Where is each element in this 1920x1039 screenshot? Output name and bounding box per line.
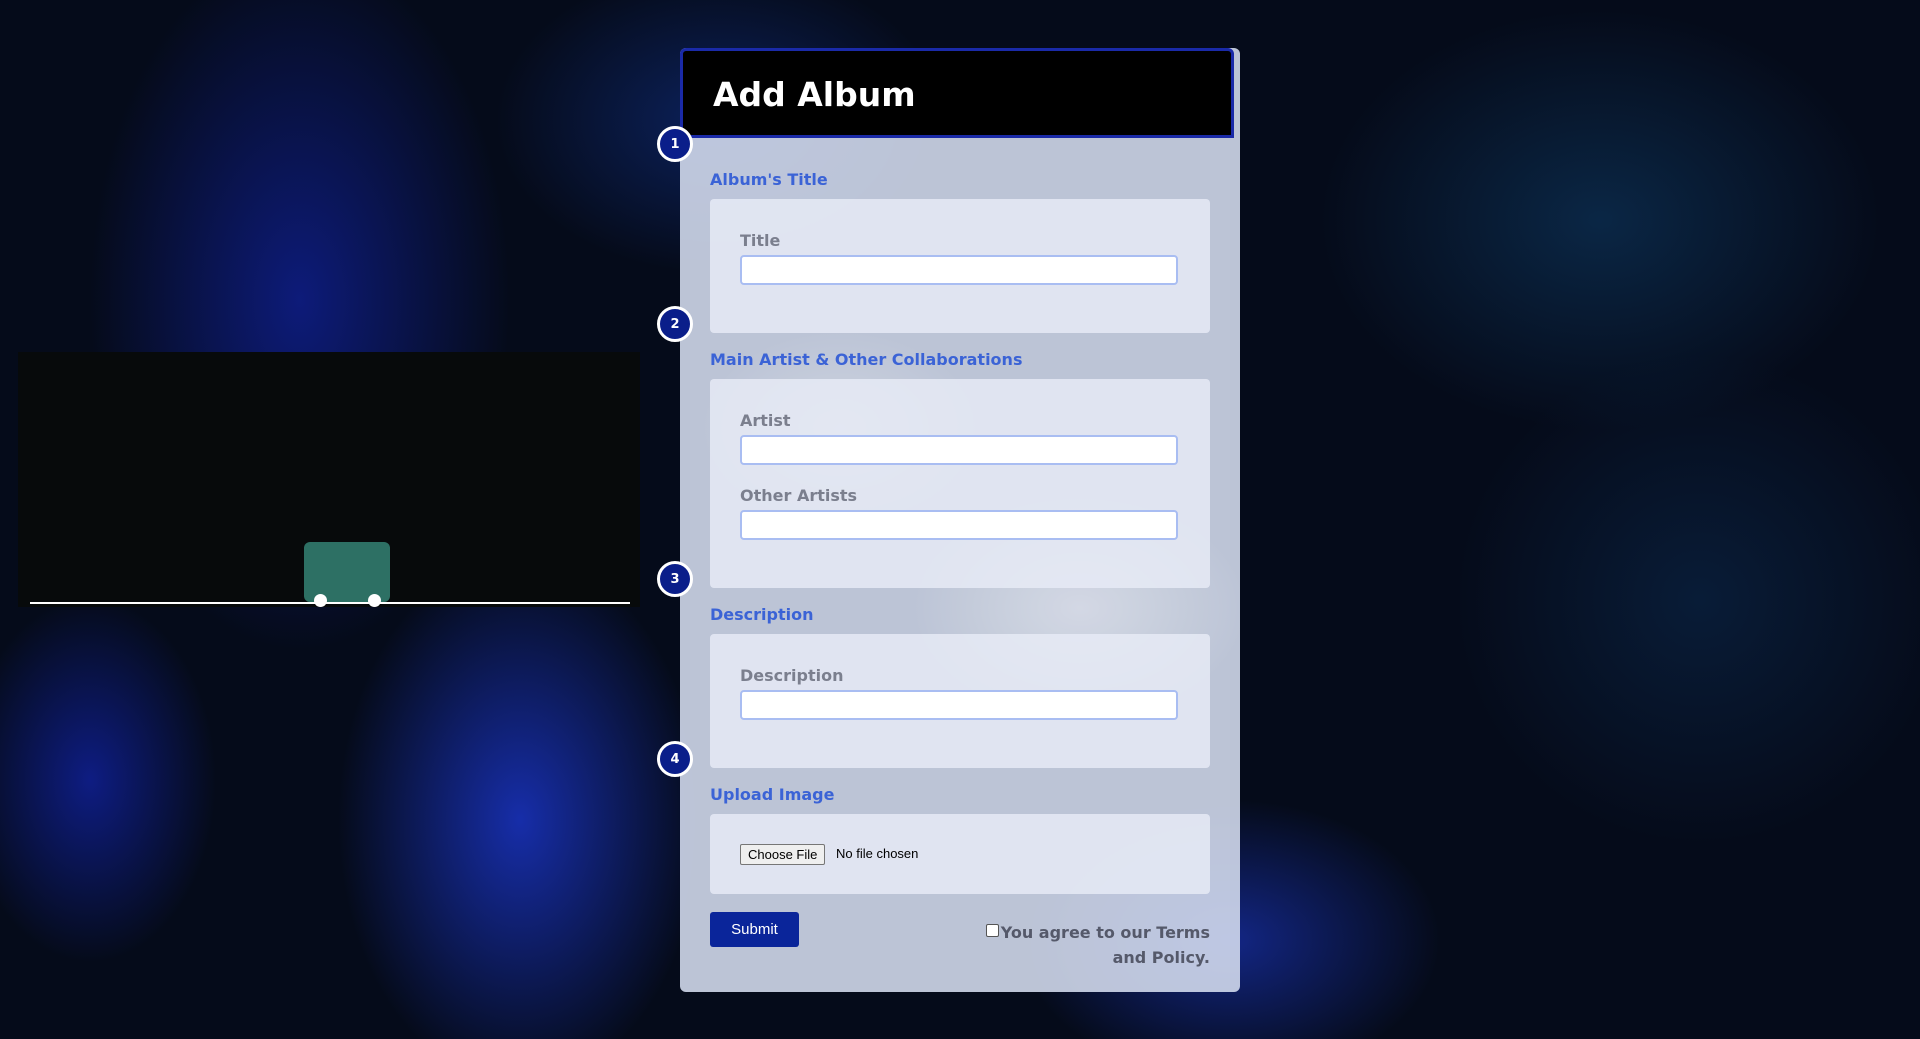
section-label-description: Description [710, 605, 814, 624]
description-label: Description [740, 666, 844, 685]
form-header: Add Album [680, 48, 1234, 138]
choose-file-button[interactable]: Choose File [740, 844, 826, 865]
other-artists-input[interactable] [740, 510, 1178, 540]
section-label-album-title: Album's Title [710, 170, 828, 189]
other-artists-label: Other Artists [740, 486, 858, 505]
step-marker-3: 3 [657, 561, 693, 597]
artist-label: Artist [740, 411, 791, 430]
title-label: Title [740, 231, 781, 250]
description-input[interactable] [740, 690, 1178, 720]
ground-line [30, 602, 630, 604]
cart-wheel-right [368, 594, 381, 607]
add-album-form: Add Album 1 Album's Title Title 2 Main A… [657, 48, 1240, 992]
step-marker-2: 2 [657, 306, 693, 342]
terms-agreement: You agree to our Terms and Policy. [960, 920, 1210, 970]
step-marker-4: 4 [657, 741, 693, 777]
cart-icon [304, 542, 390, 607]
section-label-upload-image: Upload Image [710, 785, 835, 804]
section-upload-image: Choose File No file chosen [710, 814, 1210, 894]
artist-input[interactable] [740, 435, 1178, 465]
section-description: Description [710, 634, 1210, 768]
section-label-artists: Main Artist & Other Collaborations [710, 350, 1023, 369]
submit-button[interactable]: Submit [710, 912, 799, 947]
terms-checkbox[interactable] [985, 924, 999, 937]
terms-text: You agree to our Terms and Policy. [1000, 923, 1210, 967]
section-artists: Artist Other Artists [710, 379, 1210, 588]
game-canvas[interactable] [18, 352, 640, 607]
file-status: No file chosen [836, 846, 919, 861]
section-album-title: Title [710, 199, 1210, 333]
form-title: Add Album [713, 75, 916, 114]
step-marker-1: 1 [657, 126, 693, 162]
cart-wheel-left [314, 594, 327, 607]
title-input[interactable] [740, 255, 1178, 285]
